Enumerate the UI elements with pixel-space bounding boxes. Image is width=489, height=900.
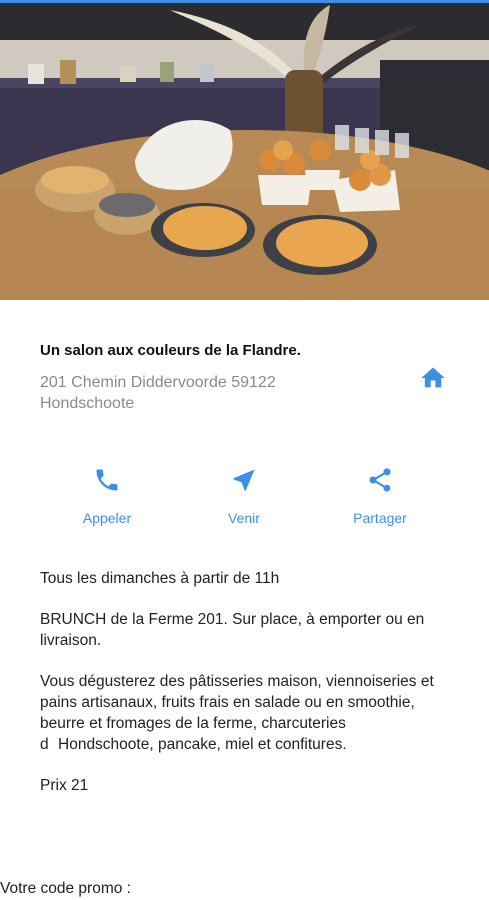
promo-code-label: Votre code promo : bbox=[0, 880, 131, 897]
share-icon bbox=[369, 468, 391, 492]
address-line-2: Hondschoote bbox=[40, 395, 135, 412]
directions-button[interactable]: Venir bbox=[189, 466, 299, 526]
listing-title: Un salon aux couleurs de la Flandre. bbox=[40, 342, 301, 359]
call-label: Appeler bbox=[82, 510, 132, 526]
listing-description: Tous les dimanches à partir de 11h BRUNC… bbox=[40, 568, 460, 816]
status-accent-line bbox=[0, 0, 489, 3]
description-price: Prix 21 bbox=[40, 777, 101, 794]
description-menu: Vous dégusterez des pâtisseries maison, … bbox=[40, 673, 434, 753]
share-button[interactable]: Partager bbox=[325, 466, 435, 526]
description-schedule: Tous les dimanches à partir de 11h bbox=[40, 570, 280, 587]
navigation-arrow-icon bbox=[233, 469, 255, 491]
home-icon[interactable] bbox=[419, 364, 447, 392]
phone-icon bbox=[96, 469, 118, 491]
address-line-1: 201 Chemin Diddervoorde 59122 bbox=[40, 374, 276, 391]
call-button[interactable]: Appeler bbox=[52, 466, 162, 526]
listing-address: 201 Chemin Diddervoorde 59122 Hondschoot… bbox=[40, 372, 340, 414]
share-label: Partager bbox=[353, 510, 407, 526]
hero-photo bbox=[0, 0, 489, 300]
directions-label: Venir bbox=[228, 510, 260, 526]
description-brunch: BRUNCH de la Ferme 201. Sur place, à emp… bbox=[40, 611, 425, 649]
action-bar: Appeler Venir Partager bbox=[0, 466, 489, 536]
